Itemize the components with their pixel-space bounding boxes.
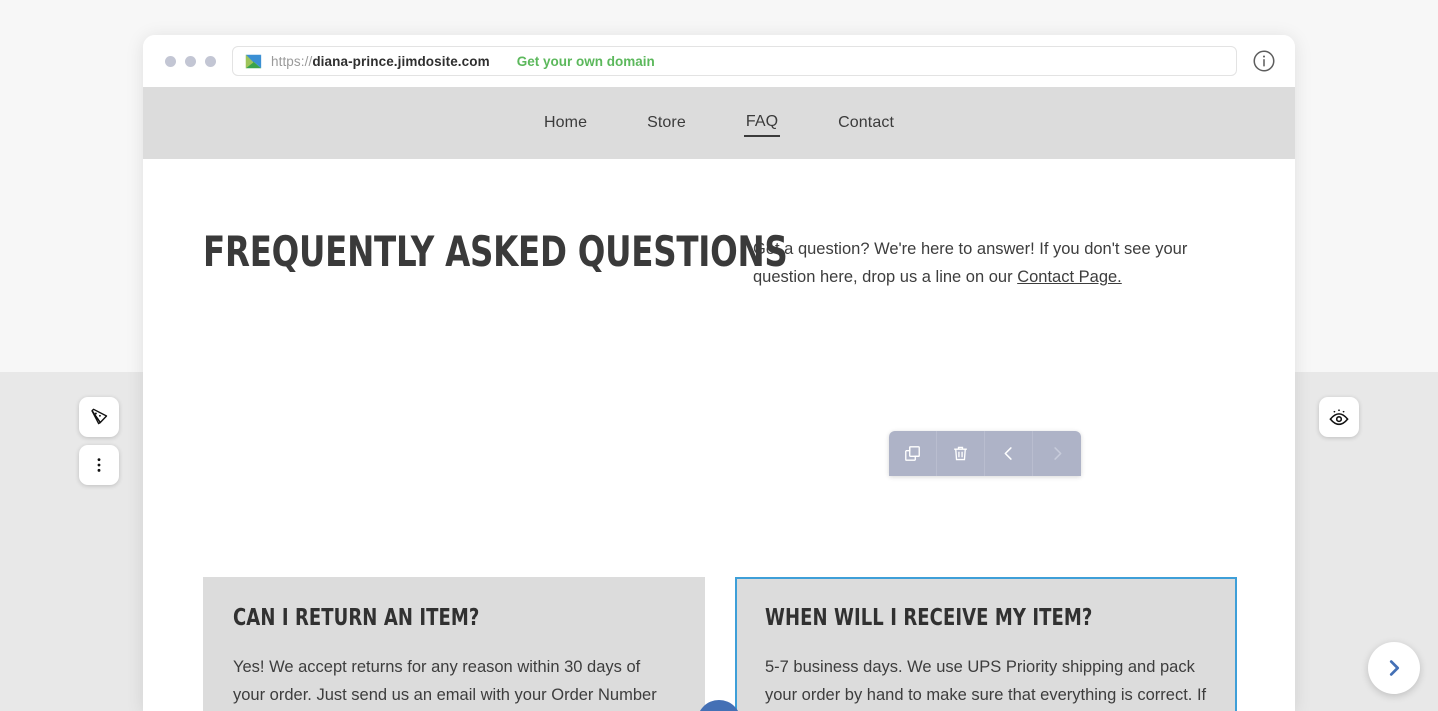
site-navigation: Home Store FAQ Contact (143, 87, 1295, 159)
faq-card-title: WHEN WILL I RECEIVE MY ITEM? (765, 605, 1093, 631)
faq-card-receive-item[interactable]: WHEN WILL I RECEIVE MY ITEM? 5-7 busines… (735, 577, 1237, 711)
url-domain: diana-prince.jimdosite.com (312, 53, 490, 69)
jimdo-logo-icon (245, 54, 262, 68)
info-circle-icon[interactable] (1251, 48, 1277, 74)
chevron-left-icon (1004, 447, 1012, 460)
faq-card-list: CAN I RETURN AN ITEM? Yes! We accept ret… (203, 577, 1237, 711)
window-dot-minimize[interactable] (185, 55, 196, 67)
element-toolbar (889, 431, 1081, 476)
address-bar-url: https://diana-prince.jimdosite.com (271, 54, 490, 69)
trash-icon (954, 446, 967, 461)
faq-card-body: Yes! We accept returns for any reason wi… (233, 658, 657, 705)
window-traffic-lights (165, 55, 216, 67)
browser-window: https://diana-prince.jimdosite.com Get y… (143, 35, 1295, 711)
get-own-domain-link[interactable]: Get your own domain (517, 54, 655, 69)
chevron-right-icon (1053, 447, 1061, 460)
more-vertical-icon (97, 458, 101, 472)
nav-item-contact[interactable]: Contact (836, 110, 896, 136)
next-page-button[interactable] (1368, 642, 1420, 694)
faq-card-body: 5-7 business days. We use UPS Priority s… (765, 658, 1207, 705)
more-options-button[interactable] (79, 445, 119, 485)
nav-item-faq[interactable]: FAQ (743, 109, 781, 137)
faq-card-title: CAN I RETURN AN ITEM? (233, 605, 480, 631)
faq-intro-sentence: Got a question? We're here to answer! If… (753, 240, 1188, 287)
duplicate-element-button[interactable] (889, 431, 937, 476)
window-dot-maximize[interactable] (205, 55, 216, 67)
chevron-right-icon (1389, 660, 1400, 676)
window-dot-close[interactable] (165, 55, 176, 67)
browser-toolbar: https://diana-prince.jimdosite.com Get y… (143, 35, 1295, 87)
move-element-back-button[interactable] (985, 431, 1033, 476)
url-scheme: https:// (271, 53, 313, 69)
eye-icon (1329, 409, 1349, 426)
site-content: FREQUENTLY ASKED QUESTIONS Got a questio… (143, 159, 1295, 711)
address-bar[interactable]: https://diana-prince.jimdosite.com Get y… (232, 46, 1237, 76)
preview-button[interactable] (1319, 397, 1359, 437)
contact-page-link[interactable]: Contact Page. (1017, 268, 1122, 286)
duplicate-icon (905, 446, 920, 461)
move-element-forward-button[interactable] (1033, 431, 1081, 476)
page-title: FREQUENTLY ASKED QUESTIONS (203, 227, 788, 276)
style-palette-button[interactable] (79, 397, 119, 437)
nav-item-home[interactable]: Home (542, 110, 589, 136)
nav-item-store[interactable]: Store (645, 110, 688, 136)
faq-intro-text: Got a question? We're here to answer! If… (753, 229, 1235, 292)
faq-header-row: FREQUENTLY ASKED QUESTIONS Got a questio… (143, 159, 1295, 292)
color-palette-icon (91, 408, 108, 425)
faq-card-return-item[interactable]: CAN I RETURN AN ITEM? Yes! We accept ret… (203, 577, 705, 711)
delete-element-button[interactable] (937, 431, 985, 476)
